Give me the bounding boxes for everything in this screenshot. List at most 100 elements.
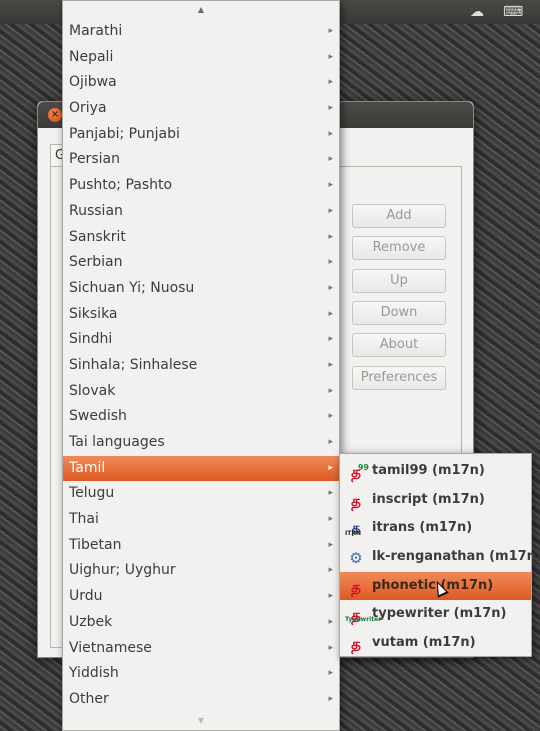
tamil-submenu: த 99 tamil99 (m17n) த inscript (m17n) த ITRN it… [339,453,540,658]
menu-item-label: Vietnamese [69,639,152,656]
chevron-right-icon: ▸ [328,103,333,114]
chevron-right-icon: ▸ [328,77,333,88]
vutam-icon: த [345,633,367,655]
submenu-item-vutam[interactable]: த vutam (m17n) [340,629,531,658]
menu-item-label: Persian [69,151,120,168]
icon-glyph: த [351,635,361,654]
menu-item-persian[interactable]: Persian ▸ [63,147,339,173]
down-button[interactable]: Down [352,301,446,325]
menu-item-ojibwa[interactable]: Ojibwa ▸ [63,70,339,96]
icon-caption: ITRN [345,530,361,538]
menu-item-marathi[interactable]: Marathi ▸ [63,19,339,45]
menu-item-label: Other [69,690,109,707]
menu-item-panjabi-punjabi[interactable]: Panjabi; Punjabi ▸ [63,122,339,148]
menu-item-sichuan-yi-nuosu[interactable]: Sichuan Yi; Nuosu ▸ [63,276,339,302]
icon-glyph: ⚙ [349,549,363,568]
inscript-icon: த [345,490,367,512]
about-button[interactable]: About [352,333,446,357]
chevron-right-icon: ▸ [328,282,333,293]
menu-item-tamil[interactable]: Tamil ▸ [63,455,339,482]
menu-item-other[interactable]: Other ▸ [63,687,339,713]
menu-item-russian[interactable]: Russian ▸ [63,199,339,225]
menu-item-nepali[interactable]: Nepali ▸ [63,45,339,71]
chevron-right-icon: ▸ [328,668,333,679]
chevron-right-icon: ▸ [328,334,333,345]
menu-item-tibetan[interactable]: Tibetan ▸ [63,533,339,559]
submenu-item-label: typewriter (m17n) [372,606,507,622]
scroll-down-arrow[interactable]: ▼ [63,712,339,730]
menu-item-label: Nepali [69,48,114,65]
up-button[interactable]: Up [352,269,446,293]
add-button[interactable]: Add [352,204,446,228]
menu-item-label: Swedish [69,408,127,425]
menu-item-label: Oriya [69,100,107,117]
typewriter-icon: த Typewriter [345,604,381,626]
chevron-right-icon: ▸ [328,411,333,422]
chevron-right-icon: ▸ [328,385,333,396]
chevron-right-icon: ▸ [328,231,333,242]
cloud-icon[interactable]: ☁ [470,3,484,21]
menu-item-slovak[interactable]: Slovak ▸ [63,379,339,405]
language-menu: ▲ Marathi ▸ Nepali ▸ Ojibwa ▸ Oriya ▸ Panjabi; P… [62,0,340,731]
menu-item-swedish[interactable]: Swedish ▸ [63,404,339,430]
menu-item-thai[interactable]: Thai ▸ [63,507,339,533]
submenu-item-label: vutam (m17n) [372,635,476,651]
menu-item-vietnamese[interactable]: Vietnamese ▸ [63,636,339,662]
phonetic-icon: த [345,576,367,598]
icon-glyph: த [351,491,361,510]
submenu-item-lk-renganathan[interactable]: ⚙ lk-renganathan (m17n) [340,543,540,572]
submenu-item-tamil99[interactable]: த 99 tamil99 (m17n) [340,457,531,486]
icon-glyph: த [351,577,361,596]
chevron-right-icon: ▸ [328,514,333,525]
menu-item-sindhi[interactable]: Sindhi ▸ [63,327,339,353]
menu-item-label: Uzbek [69,613,113,630]
menu-item-telugu[interactable]: Telugu ▸ [63,481,339,507]
chevron-right-icon: ▸ [328,539,333,550]
chevron-right-icon: ▸ [328,26,333,36]
menu-item-label: Thai [69,511,99,528]
chevron-right-icon: ▸ [328,205,333,216]
menu-item-label: Tamil [69,459,106,476]
menu-item-label: Sinhala; Sinhalese [69,356,198,373]
chevron-right-icon: ▸ [328,437,333,447]
menu-item-label: Sindhi [69,331,113,348]
menu-item-pushto-pashto[interactable]: Pushto; Pashto ▸ [63,173,339,199]
menu-item-urdu[interactable]: Urdu ▸ [63,584,339,610]
chevron-right-icon: ▸ [328,462,333,473]
chevron-right-icon: ▸ [328,128,333,139]
close-icon[interactable]: × [48,108,62,122]
menu-item-tai-languages[interactable]: Tai languages ▸ [63,430,339,456]
submenu-item-label: tamil99 (m17n) [372,463,485,478]
submenu-item-label: inscript (m17n) [372,491,485,507]
submenu-item-inscript[interactable]: த inscript (m17n) [340,486,531,515]
menu-item-sanskrit[interactable]: Sanskrit ▸ [63,225,339,251]
chevron-right-icon: ▸ [328,642,333,653]
menu-item-label: Marathi [69,23,123,39]
menu-item-sinhala-sinhalese[interactable]: Sinhala; Sinhalese ▸ [63,353,339,379]
keyboard-icon[interactable]: ⌨ [503,3,523,21]
chevron-right-icon: ▸ [328,257,333,268]
menu-item-serbian[interactable]: Serbian ▸ [63,250,339,276]
menu-item-label: Pushto; Pashto [69,177,173,194]
icon-superscript: 99 [357,463,369,472]
itrans-icon: த ITRN [345,518,367,540]
preferences-button[interactable]: Preferences [352,366,446,390]
menu-item-label: Urdu [69,588,103,605]
menu-item-label: Tibetan [69,536,122,553]
submenu-item-itrans[interactable]: த ITRN itrans (m17n) [340,514,531,543]
menu-item-oriya[interactable]: Oriya ▸ [63,96,339,122]
menu-item-yiddish[interactable]: Yiddish ▸ [63,661,339,687]
remove-button[interactable]: Remove [352,236,446,260]
menu-item-label: Sichuan Yi; Nuosu [69,279,195,296]
menu-item-label: Russian [69,202,123,219]
chevron-right-icon: ▸ [328,359,333,370]
menu-item-uzbek[interactable]: Uzbek ▸ [63,610,339,636]
menu-item-label: Telugu [69,485,115,502]
menu-item-label: Yiddish [69,665,119,682]
language-list: Marathi ▸ Nepali ▸ Ojibwa ▸ Oriya ▸ Panjabi; Pun… [63,19,339,713]
menu-item-label: Ojibwa [69,74,117,91]
menu-item-siksika[interactable]: Siksika ▸ [63,302,339,328]
menu-item-uighur-uyghur[interactable]: Uighur; Uyghur ▸ [63,558,339,584]
submenu-item-typewriter[interactable]: த Typewriter typewriter (m17n) [340,600,531,629]
scroll-up-arrow[interactable]: ▲ [63,1,339,19]
